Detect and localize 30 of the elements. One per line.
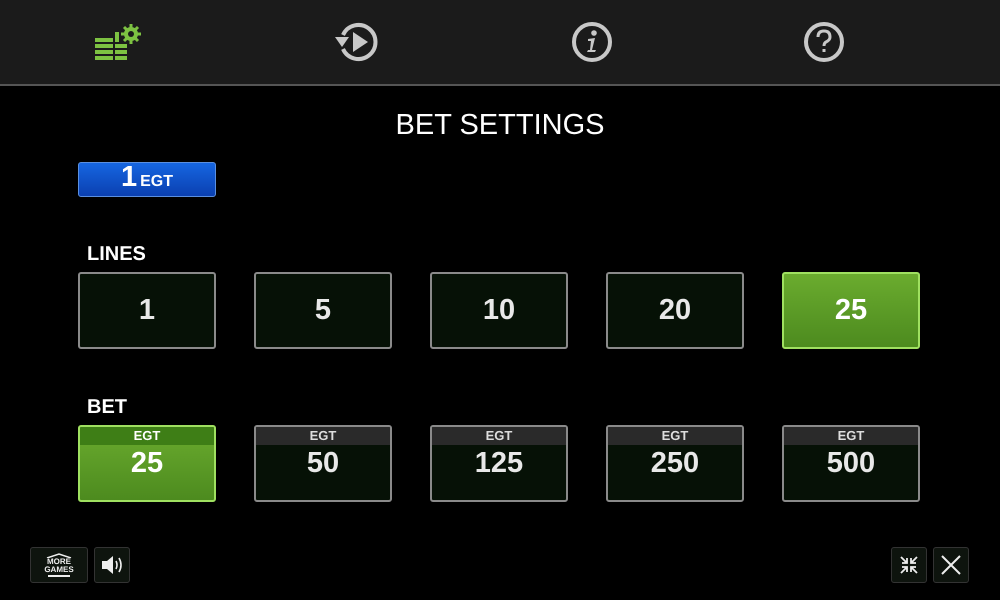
bet-option[interactable]: EGT 500 [782, 425, 920, 502]
bet-option[interactable]: EGT 250 [606, 425, 744, 502]
lines-option[interactable]: 10 [430, 272, 568, 349]
bet-option[interactable]: EGT 125 [430, 425, 568, 502]
section-label: BET [87, 396, 128, 420]
currency-label: EGT [256, 427, 390, 445]
lines-option[interactable]: 1 [78, 272, 216, 349]
help-icon [803, 21, 845, 63]
currency-label: EGT [432, 427, 566, 445]
exit-fullscreen-button[interactable] [891, 547, 927, 583]
sound-button[interactable] [94, 547, 130, 583]
shrink-icon [899, 555, 919, 575]
section-label: LINES [87, 243, 147, 267]
underline-icon [48, 574, 70, 577]
close-button[interactable] [933, 547, 969, 583]
bet-option[interactable]: EGT 25 [78, 425, 216, 502]
lines-option[interactable]: 20 [606, 272, 744, 349]
page-title: BET SETTINGS [394, 108, 606, 143]
settings-icon [95, 24, 143, 60]
bet-option[interactable]: EGT 50 [254, 425, 392, 502]
more-games-button[interactable]: MORE GAMES [30, 547, 88, 583]
info-icon [571, 21, 613, 63]
denomination-button[interactable]: 1 EGT [78, 162, 216, 197]
currency-label: EGT [784, 427, 918, 445]
lines-option[interactable]: 5 [254, 272, 392, 349]
speaker-icon [100, 554, 124, 576]
currency-label: EGT [80, 427, 214, 445]
close-icon [940, 554, 962, 576]
currency-label: EGT [608, 427, 742, 445]
roof-icon [46, 553, 72, 558]
